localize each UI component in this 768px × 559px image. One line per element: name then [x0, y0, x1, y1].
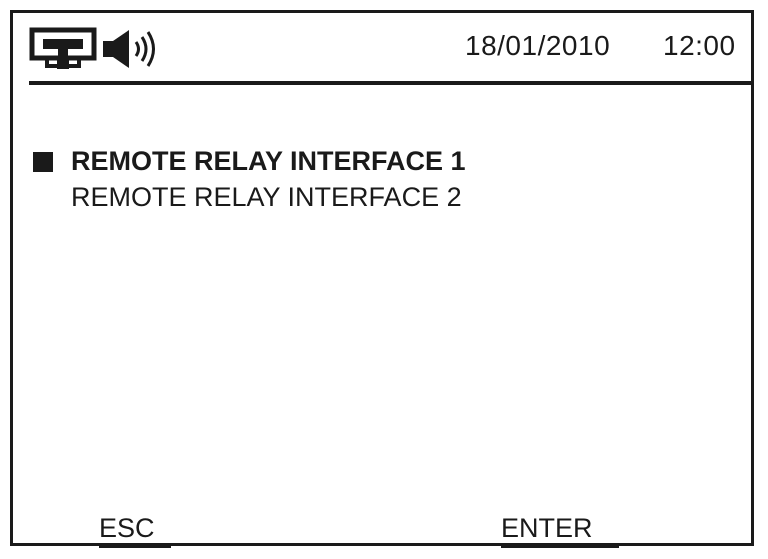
menu-item-label: REMOTE RELAY INTERFACE 1 — [71, 146, 466, 176]
status-divider — [29, 81, 751, 85]
menu-item-remote-relay-interface-1[interactable]: REMOTE RELAY INTERFACE 1 — [33, 143, 733, 179]
speaker-icon — [103, 30, 155, 68]
enter-softkey[interactable]: ENTER — [501, 513, 619, 548]
esc-softkey-label: ESC — [99, 513, 155, 543]
menu-item-remote-relay-interface-2[interactable]: REMOTE RELAY INTERFACE 2 — [33, 179, 733, 215]
status-bar: 18/01/2010 12:00 — [13, 13, 751, 81]
esc-softkey-underline — [99, 546, 171, 548]
selection-marker-icon — [33, 152, 53, 172]
lcd-screen: 18/01/2010 12:00 REMOTE RELAY INTERFACE … — [10, 10, 754, 548]
menu-list: REMOTE RELAY INTERFACE 1 REMOTE RELAY IN… — [33, 143, 733, 215]
esc-softkey[interactable]: ESC — [99, 513, 171, 548]
menu-item-label: REMOTE RELAY INTERFACE 2 — [71, 182, 462, 212]
time-display: 12:00 — [663, 30, 736, 61]
network-icon — [29, 27, 97, 69]
date-display: 18/01/2010 — [465, 30, 611, 61]
enter-softkey-underline — [501, 546, 619, 548]
enter-softkey-label: ENTER — [501, 513, 593, 543]
